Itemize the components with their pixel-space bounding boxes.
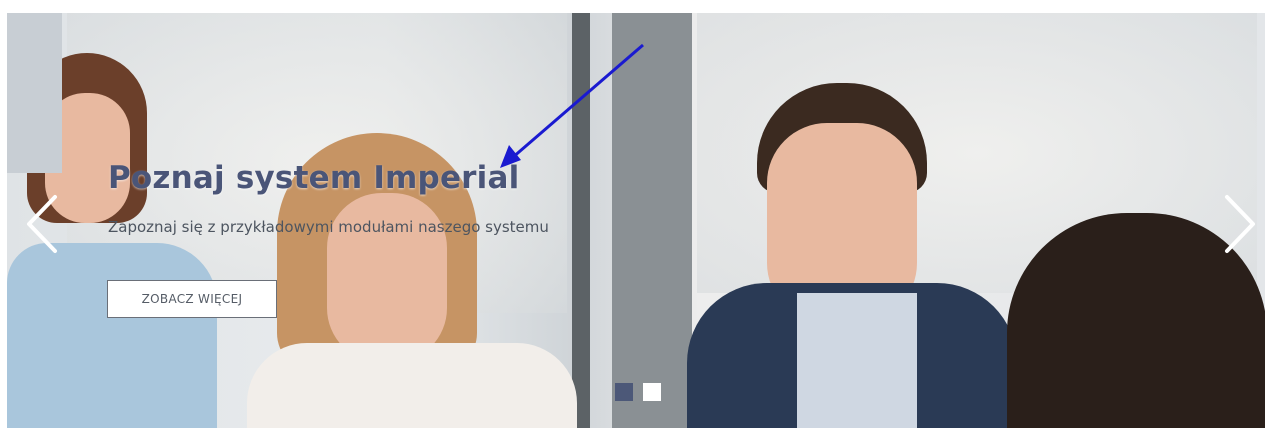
chevron-left-icon [27,195,57,253]
slide-indicators [615,383,661,401]
slide-indicator-1[interactable] [615,383,633,401]
slider-prev-button[interactable] [23,193,63,255]
slide-title: Poznaj system Imperial [108,160,520,196]
hero-slider: Poznaj system Imperial Zapoznaj się z pr… [7,13,1265,428]
slide-caption: Poznaj system Imperial Zapoznaj się z pr… [108,160,549,236]
page: Poznaj system Imperial Zapoznaj się z pr… [0,0,1268,428]
see-more-button[interactable]: ZOBACZ WIĘCEJ [107,280,277,318]
slider-next-button[interactable] [1219,193,1259,255]
chevron-right-icon [1225,195,1255,253]
slide-indicator-2[interactable] [643,383,661,401]
slide-subtitle: Zapoznaj się z przykładowymi modułami na… [108,218,549,236]
